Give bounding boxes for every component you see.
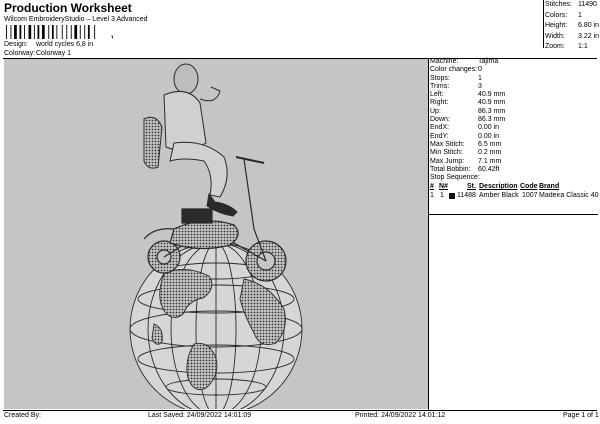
stat-zoom: Zoom: 1:1 [545, 43, 588, 50]
stats-block: Stitches: 11490 Colors: 1 Height: 6.80 in W… [545, 1, 599, 54]
details-panel: Machine: Tajima Color changes:0 Stops: 1 T… [430, 58, 599, 200]
colorway-row: Colorway:Colorway 1 [4, 50, 71, 57]
panel-divider [428, 58, 429, 410]
printed-date: Printed: 24/09/2022 14:01:12 [355, 412, 446, 419]
design-preview [4, 59, 428, 416]
design-row: Design: world cycles 6,8 in [4, 41, 93, 48]
thread-color-swatch [449, 192, 455, 199]
page-number: Page 1 of 1 [563, 412, 599, 419]
rider-icon [143, 63, 238, 217]
detail-trims: Trims: 3 [430, 82, 482, 90]
detail-up: Up: 86.3 mm [430, 107, 506, 115]
stat-height: Height: 6.80 in [545, 22, 600, 29]
table-row: 1 1 11488 Amber Black 1007 Madeira Class… [430, 192, 599, 200]
colorway-label: Colorway: [4, 50, 36, 57]
detail-max-stitch: Max Stitch: 6.5 mm [430, 140, 502, 148]
stat-stitches: Stitches: 11490 [545, 1, 597, 8]
page-title: Production Worksheet [4, 1, 132, 15]
stop-sequence-label: Stop Sequence: [430, 174, 480, 182]
design-value: world cycles 6,8 in [36, 41, 94, 48]
detail-endy: EndY: 0.00 in [430, 132, 500, 140]
colorway-value: Colorway 1 [36, 50, 72, 57]
stat-colors: Colors: 1 [545, 11, 582, 19]
stat-width: Width: 3.22 in [545, 32, 600, 40]
sequence-divider [429, 214, 598, 215]
software-subtitle: Wilcom EmbroideryStudio – Level 3 Advanc… [4, 16, 148, 23]
detail-machine: Machine: Tajima [430, 58, 499, 65]
detail-max-jump: Max Jump: 7.1 mm [430, 157, 502, 165]
detail-color-changes: Color changes:0 [430, 66, 482, 74]
detail-min-stitch: Min Stitch: 0.2 mm [430, 149, 502, 157]
stats-divider [543, 0, 544, 48]
detail-left: Left: 40.9 mm [430, 91, 506, 99]
detail-total-bobbin: Total Bobbin: 60.42ft [430, 165, 500, 173]
detail-down: Down: 86.3 mm [430, 116, 506, 124]
stop-sequence-header: # N# St. Description Code Brand [430, 183, 560, 191]
barcode [6, 25, 96, 39]
detail-stops: Stops: 1 [430, 74, 482, 82]
embroidery-design-image [129, 63, 303, 416]
detail-endx: EndX: 0.00 in [430, 124, 500, 132]
detail-right: Right: 40.9 mm [430, 99, 506, 107]
design-label: Design: [4, 41, 28, 48]
footer-divider [3, 410, 597, 411]
created-by: Created By: [4, 412, 41, 419]
last-saved: Last Saved: 24/09/2022 14:01:09 [148, 412, 252, 419]
barcode-marker: , [111, 29, 114, 39]
